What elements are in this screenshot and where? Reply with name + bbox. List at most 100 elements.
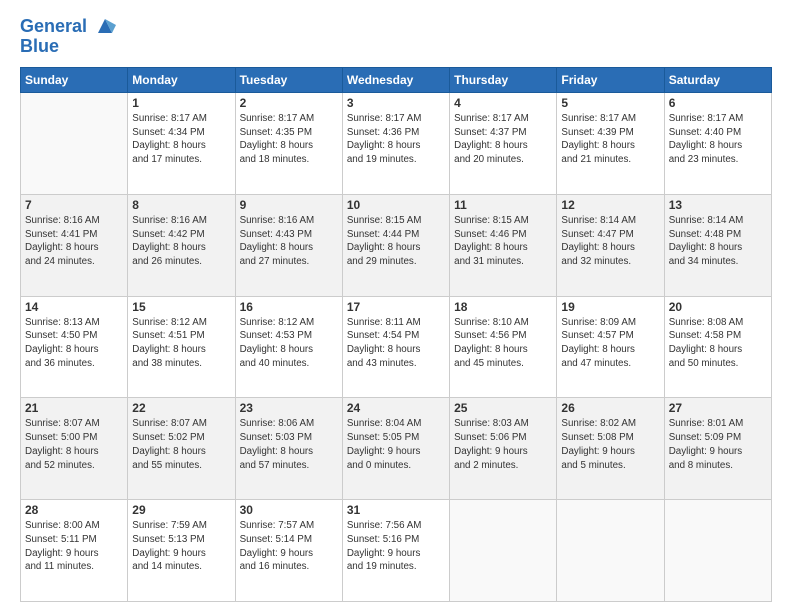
calendar-day-cell: 3Sunrise: 8:17 AMSunset: 4:36 PMDaylight… <box>342 93 449 195</box>
calendar-header-row: SundayMondayTuesdayWednesdayThursdayFrid… <box>21 68 772 93</box>
day-info: Sunrise: 8:17 AMSunset: 4:35 PMDaylight:… <box>240 112 338 167</box>
calendar-day-cell: 2 Sunrise: 8:17 AMSunset: 4:35 PMDaylight… <box>235 93 342 195</box>
calendar-day-cell: 6 Sunrise: 8:17 AMSunset: 4:40 PMDaylight… <box>664 93 771 195</box>
day-info: Sunrise: 8:13 AMSunset: 4:50 PMDaylight:… <box>25 316 123 371</box>
day-number: 21 <box>25 401 123 415</box>
day-info: Sunrise: 8:07 AMSunset: 5:00 PMDaylight:… <box>25 417 123 472</box>
calendar-day-cell: 26Sunrise: 8:02 AMSunset: 5:08 PMDayligh… <box>557 398 664 500</box>
day-number: 2 <box>240 96 338 110</box>
day-number: 30 <box>240 503 338 517</box>
day-number: 20 <box>669 300 767 314</box>
calendar-day-cell: 14 Sunrise: 8:13 AMSunset: 4:50 PMDayligh… <box>21 296 128 398</box>
day-number: 26 <box>561 401 659 415</box>
day-number: 29 <box>132 503 230 517</box>
day-number: 7 <box>25 198 123 212</box>
day-number: 8 <box>132 198 230 212</box>
logo-icon <box>94 15 116 37</box>
day-info: Sunrise: 8:06 AMSunset: 5:03 PMDaylight:… <box>240 417 338 472</box>
calendar-day-cell <box>450 500 557 602</box>
day-info: Sunrise: 7:57 AMSunset: 5:14 PMDaylight:… <box>240 519 338 574</box>
day-number: 1 <box>132 96 230 110</box>
day-number: 31 <box>347 503 445 517</box>
day-number: 14 <box>25 300 123 314</box>
day-info: Sunrise: 8:17 AMSunset: 4:40 PMDaylight:… <box>669 112 767 167</box>
day-number: 5 <box>561 96 659 110</box>
calendar-day-cell: 31 Sunrise: 7:56 AMSunset: 5:16 PMDayligh… <box>342 500 449 602</box>
calendar-table: SundayMondayTuesdayWednesdayThursdayFrid… <box>20 67 772 602</box>
day-info: Sunrise: 8:00 AMSunset: 5:11 PMDaylight:… <box>25 519 123 574</box>
day-number: 9 <box>240 198 338 212</box>
day-number: 15 <box>132 300 230 314</box>
day-info: Sunrise: 8:09 AMSunset: 4:57 PMDaylight:… <box>561 316 659 371</box>
calendar-day-cell: 27Sunrise: 8:01 AMSunset: 5:09 PMDayligh… <box>664 398 771 500</box>
calendar-day-cell: 8 Sunrise: 8:16 AMSunset: 4:42 PMDaylight… <box>128 194 235 296</box>
calendar-day-cell: 13 Sunrise: 8:14 AMSunset: 4:48 PMDayligh… <box>664 194 771 296</box>
day-number: 28 <box>25 503 123 517</box>
day-info: Sunrise: 8:04 AMSunset: 5:05 PMDaylight:… <box>347 417 445 472</box>
day-info: Sunrise: 8:16 AMSunset: 4:41 PMDaylight:… <box>25 214 123 269</box>
day-number: 6 <box>669 96 767 110</box>
day-number: 18 <box>454 300 552 314</box>
logo: General Blue <box>20 16 116 57</box>
calendar-day-cell: 9 Sunrise: 8:16 AMSunset: 4:43 PMDaylight… <box>235 194 342 296</box>
calendar-day-cell <box>21 93 128 195</box>
day-info: Sunrise: 8:16 AMSunset: 4:43 PMDaylight:… <box>240 214 338 269</box>
day-number: 22 <box>132 401 230 415</box>
calendar-day-cell: 7 Sunrise: 8:16 AMSunset: 4:41 PMDaylight… <box>21 194 128 296</box>
calendar-day-header: Sunday <box>21 68 128 93</box>
day-info: Sunrise: 7:56 AMSunset: 5:16 PMDaylight:… <box>347 519 445 574</box>
day-number: 13 <box>669 198 767 212</box>
calendar-week-row: 1 Sunrise: 8:17 AMSunset: 4:34 PMDaylight… <box>21 93 772 195</box>
day-number: 10 <box>347 198 445 212</box>
calendar-week-row: 28 Sunrise: 8:00 AMSunset: 5:11 PMDayligh… <box>21 500 772 602</box>
day-info: Sunrise: 8:14 AMSunset: 4:47 PMDaylight:… <box>561 214 659 269</box>
calendar-day-cell: 4Sunrise: 8:17 AMSunset: 4:37 PMDaylight… <box>450 93 557 195</box>
day-number: 27 <box>669 401 767 415</box>
day-info: Sunrise: 8:15 AMSunset: 4:44 PMDaylight:… <box>347 214 445 269</box>
calendar-day-cell: 10 Sunrise: 8:15 AMSunset: 4:44 PMDayligh… <box>342 194 449 296</box>
day-info: Sunrise: 8:14 AMSunset: 4:48 PMDaylight:… <box>669 214 767 269</box>
day-info: Sunrise: 8:15 AMSunset: 4:46 PMDaylight:… <box>454 214 552 269</box>
day-info: Sunrise: 8:12 AMSunset: 4:53 PMDaylight:… <box>240 316 338 371</box>
calendar-day-cell: 16 Sunrise: 8:12 AMSunset: 4:53 PMDayligh… <box>235 296 342 398</box>
calendar-day-cell <box>557 500 664 602</box>
logo-text: General <box>20 16 116 37</box>
calendar-day-cell: 1 Sunrise: 8:17 AMSunset: 4:34 PMDaylight… <box>128 93 235 195</box>
day-number: 11 <box>454 198 552 212</box>
calendar-day-header: Wednesday <box>342 68 449 93</box>
calendar-day-cell: 20 Sunrise: 8:08 AMSunset: 4:58 PMDayligh… <box>664 296 771 398</box>
day-info: Sunrise: 8:17 AMSunset: 4:36 PMDaylight:… <box>347 112 445 167</box>
day-info: Sunrise: 8:17 AMSunset: 4:37 PMDaylight:… <box>454 112 552 167</box>
calendar-day-cell: 11 Sunrise: 8:15 AMSunset: 4:46 PMDayligh… <box>450 194 557 296</box>
day-number: 25 <box>454 401 552 415</box>
page: General Blue SundayMondayTuesdayWednesda… <box>0 0 792 612</box>
day-number: 16 <box>240 300 338 314</box>
calendar-day-cell: 28 Sunrise: 8:00 AMSunset: 5:11 PMDayligh… <box>21 500 128 602</box>
day-info: Sunrise: 8:08 AMSunset: 4:58 PMDaylight:… <box>669 316 767 371</box>
day-info: Sunrise: 8:10 AMSunset: 4:56 PMDaylight:… <box>454 316 552 371</box>
day-info: Sunrise: 8:17 AMSunset: 4:34 PMDaylight:… <box>132 112 230 167</box>
calendar-day-cell: 25Sunrise: 8:03 AMSunset: 5:06 PMDayligh… <box>450 398 557 500</box>
calendar-week-row: 7 Sunrise: 8:16 AMSunset: 4:41 PMDaylight… <box>21 194 772 296</box>
calendar-day-cell: 19 Sunrise: 8:09 AMSunset: 4:57 PMDayligh… <box>557 296 664 398</box>
logo-blue: Blue <box>20 37 116 57</box>
calendar-day-cell <box>664 500 771 602</box>
calendar-day-cell: 23Sunrise: 8:06 AMSunset: 5:03 PMDayligh… <box>235 398 342 500</box>
calendar-day-cell: 21 Sunrise: 8:07 AMSunset: 5:00 PMDayligh… <box>21 398 128 500</box>
day-number: 12 <box>561 198 659 212</box>
calendar-day-header: Thursday <box>450 68 557 93</box>
day-number: 19 <box>561 300 659 314</box>
day-info: Sunrise: 7:59 AMSunset: 5:13 PMDaylight:… <box>132 519 230 574</box>
calendar-day-cell: 30 Sunrise: 7:57 AMSunset: 5:14 PMDayligh… <box>235 500 342 602</box>
day-number: 17 <box>347 300 445 314</box>
calendar-day-header: Saturday <box>664 68 771 93</box>
calendar-week-row: 14 Sunrise: 8:13 AMSunset: 4:50 PMDayligh… <box>21 296 772 398</box>
logo-general: General <box>20 16 87 36</box>
calendar-week-row: 21 Sunrise: 8:07 AMSunset: 5:00 PMDayligh… <box>21 398 772 500</box>
calendar-day-header: Tuesday <box>235 68 342 93</box>
day-info: Sunrise: 8:16 AMSunset: 4:42 PMDaylight:… <box>132 214 230 269</box>
calendar-day-cell: 22Sunrise: 8:07 AMSunset: 5:02 PMDayligh… <box>128 398 235 500</box>
calendar-day-cell: 24Sunrise: 8:04 AMSunset: 5:05 PMDayligh… <box>342 398 449 500</box>
day-info: Sunrise: 8:11 AMSunset: 4:54 PMDaylight:… <box>347 316 445 371</box>
calendar-day-cell: 17 Sunrise: 8:11 AMSunset: 4:54 PMDayligh… <box>342 296 449 398</box>
